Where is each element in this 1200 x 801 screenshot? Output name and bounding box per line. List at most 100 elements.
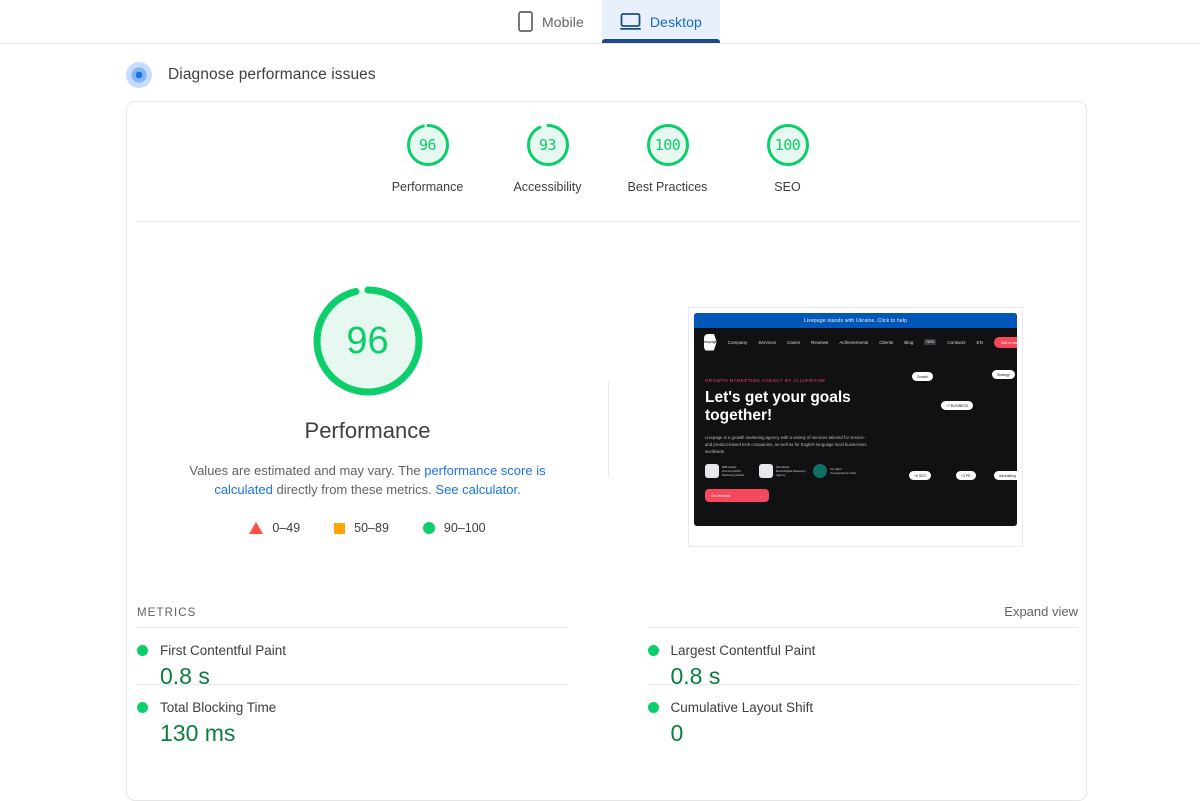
site-nav-cases: Cases <box>787 340 800 345</box>
diagnose-title: Diagnose performance issues <box>168 66 376 84</box>
site-chip: Growth <box>912 372 933 381</box>
gauge-performance-value: 96 <box>404 121 452 169</box>
gauge-seo-value: 100 <box>764 121 812 169</box>
phone-icon <box>518 11 533 32</box>
tab-list: Mobile Desktop <box>500 0 720 43</box>
site-hero: GROWTH MARKETING AGENCY BY ALLUKRAINE Le… <box>694 356 1017 502</box>
arrow-right-icon: → <box>759 494 763 498</box>
category-seo[interactable]: 100 SEO <box>728 121 848 194</box>
site-nav-contacts: Contacts <box>947 340 965 345</box>
award-badge-icon <box>813 464 827 478</box>
site-award-item: Top SEO Companies\nin USA <box>813 464 860 478</box>
metric-first-contentful-paint[interactable]: First Contentful Paint 0.8 s <box>137 627 568 684</box>
metric-name: Cumulative Layout Shift <box>671 700 814 715</box>
performance-score-block: 96 Performance Values are estimated and … <box>127 282 608 535</box>
metric-head: Cumulative Layout Shift <box>648 700 1079 715</box>
category-performance-label: Performance <box>392 180 464 194</box>
circle-icon <box>137 645 148 656</box>
site-nav-cta: Get in touch <box>994 337 1017 348</box>
site-award-label: Top SEO Companies\nin USA <box>830 467 860 475</box>
legend-fail-range: 0–49 <box>272 521 300 535</box>
site-nav-services: Services <box>758 340 776 345</box>
circle-icon <box>137 702 148 713</box>
page-screenshot-frame: Livepage stands with Ukraine. Click to h… <box>688 307 1023 547</box>
site-award-item: B2B Award winners\n2023 Marketing Global <box>705 464 752 478</box>
tab-desktop-label: Desktop <box>650 14 702 30</box>
site-award-item: Worldwide Best\nDigital Marketing Agency <box>759 464 806 478</box>
gauge-performance-large-value: 96 <box>309 282 427 400</box>
page-screenshot: Livepage stands with Ukraine. Click to h… <box>694 313 1017 526</box>
desc-text-1: Values are estimated and may vary. The <box>189 463 424 478</box>
performance-title: Performance <box>305 418 431 444</box>
site-language-selector: EN <box>977 340 983 345</box>
site-chip: +3 PR <box>956 471 976 480</box>
metric-name: Total Blocking Time <box>160 700 276 715</box>
site-hero-button-label: Get in touch <box>711 494 730 498</box>
metric-head: Largest Contentful Paint <box>648 643 1079 658</box>
vertical-divider <box>608 381 609 477</box>
site-nav-blog: Blog <box>904 340 913 345</box>
site-hero-button: Get in touch → <box>705 489 769 502</box>
site-nav-company: Company <box>728 340 748 345</box>
card-divider <box>137 221 1078 222</box>
category-accessibility-label: Accessibility <box>513 180 581 194</box>
site-chip: Advertising <box>994 471 1017 480</box>
metric-head: First Contentful Paint <box>137 643 568 658</box>
site-hero-headline: Let's get your goals together! <box>705 389 875 425</box>
tab-mobile[interactable]: Mobile <box>500 0 602 43</box>
site-nav-clients: Clients <box>879 340 893 345</box>
metrics-grid: First Contentful Paint 0.8 s Largest Con… <box>137 627 1078 741</box>
site-logo: livepage <box>704 334 717 351</box>
triangle-icon <box>249 522 263 534</box>
legend-average-range: 50–89 <box>354 521 389 535</box>
square-icon <box>334 523 345 534</box>
site-nav-reviews: Reviews <box>811 340 828 345</box>
category-best-practices-label: Best Practices <box>628 180 708 194</box>
pulse-icon <box>126 62 152 88</box>
site-chip: +6 SEO <box>909 471 931 480</box>
tab-active-indicator <box>602 39 720 43</box>
tab-mobile-label: Mobile <box>542 14 584 30</box>
site-award-label: Worldwide Best\nDigital Marketing Agency <box>776 465 806 477</box>
category-accessibility[interactable]: 93 Accessibility <box>488 121 608 194</box>
legend-item-fail: 0–49 <box>249 521 300 535</box>
circle-icon <box>648 702 659 713</box>
gauge-accessibility: 93 <box>524 121 572 169</box>
legend-pass-range: 90–100 <box>444 521 486 535</box>
category-seo-label: SEO <box>774 180 800 194</box>
expand-view-button[interactable]: Expand view <box>1004 604 1078 619</box>
diagnose-banner[interactable]: Diagnose performance issues <box>126 62 376 88</box>
legend-item-average: 50–89 <box>334 521 389 535</box>
site-award-label: B2B Award winners\n2023 Marketing Global <box>722 465 752 477</box>
metric-cumulative-layout-shift[interactable]: Cumulative Layout Shift 0 <box>648 684 1079 741</box>
site-hero-paragraph: Livepage is a growth marketing agency wi… <box>705 434 870 455</box>
category-performance[interactable]: 96 Performance <box>368 121 488 194</box>
see-calculator-link[interactable]: See calculator. <box>435 482 520 497</box>
legend-item-pass: 90–100 <box>423 521 486 535</box>
category-score-row: 96 Performance 93 Accessibility 100 <box>127 121 1088 194</box>
circle-icon <box>648 645 659 656</box>
site-banner: Livepage stands with Ukraine. Click to h… <box>694 313 1017 328</box>
category-best-practices[interactable]: 100 Best Practices <box>608 121 728 194</box>
award-badge-icon <box>705 464 719 478</box>
metric-name: First Contentful Paint <box>160 643 286 658</box>
tab-desktop[interactable]: Desktop <box>602 0 720 43</box>
gauge-best-practices: 100 <box>644 121 692 169</box>
performance-description: Values are estimated and may vary. The p… <box>173 461 563 499</box>
report-card: 96 Performance 93 Accessibility 100 <box>126 101 1087 801</box>
site-nav-achievements: Achievements <box>839 340 868 345</box>
site-nav-badge: NEW <box>924 339 936 345</box>
metrics-label: METRICS <box>137 607 196 619</box>
metric-name: Largest Contentful Paint <box>671 643 816 658</box>
metric-head: Total Blocking Time <box>137 700 568 715</box>
desktop-icon <box>620 13 641 30</box>
site-hero-eyebrow: GROWTH MARKETING AGENCY BY ALLUKRAINE <box>705 378 1017 383</box>
metric-value: 0 <box>671 720 1079 747</box>
gauge-best-practices-value: 100 <box>644 121 692 169</box>
metric-largest-contentful-paint[interactable]: Largest Contentful Paint 0.8 s <box>648 627 1079 684</box>
circle-icon <box>423 522 435 534</box>
metrics-header: METRICS Expand view <box>137 604 1078 619</box>
site-nav: livepage Company Services Cases Reviews … <box>694 328 1017 356</box>
gauge-performance-large: 96 <box>309 282 427 400</box>
metric-total-blocking-time[interactable]: Total Blocking Time 130 ms <box>137 684 568 741</box>
